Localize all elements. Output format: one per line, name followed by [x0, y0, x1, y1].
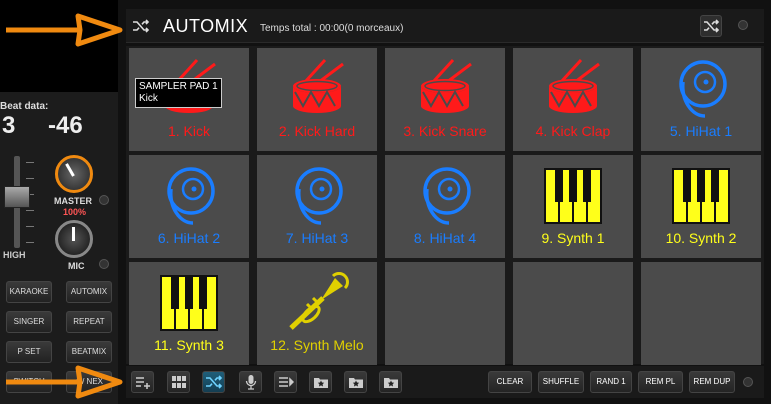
pset-button[interactable]: P SET — [6, 341, 52, 363]
grid-icon — [171, 376, 186, 388]
sampler-pad[interactable]: 10. Synth 2 — [641, 155, 761, 258]
tooltip-title: SAMPLER PAD 1 — [139, 81, 218, 92]
shuffle-icon — [704, 19, 720, 33]
shuffle-icon — [205, 375, 222, 389]
empty-pad[interactable] — [513, 262, 633, 365]
annotation-arrow-icon — [6, 13, 123, 47]
beat-data-label: Beat data: — [0, 101, 49, 112]
status-led — [743, 377, 753, 387]
pad-label: 6. HiHat 2 — [157, 230, 221, 246]
empty-pad[interactable] — [385, 262, 505, 365]
fader-tick — [26, 226, 34, 227]
playlist-icon — [278, 377, 294, 387]
grid-view-button[interactable] — [167, 371, 190, 393]
sampler-pad[interactable]: 11. Synth 3 — [129, 262, 249, 365]
automix-shuffle-button[interactable] — [202, 371, 225, 393]
drum-icon — [257, 56, 377, 122]
playlist-add-icon — [135, 377, 150, 389]
cymbal-icon — [257, 163, 377, 229]
sampler-pad[interactable]: 8. HiHat 4 — [385, 155, 505, 258]
shuffle-button[interactable] — [700, 15, 722, 37]
drum-icon — [513, 56, 633, 122]
pad-label: 10. Synth 2 — [665, 230, 737, 246]
favorite-folder-button-2[interactable] — [344, 371, 367, 393]
pad-label: 3. Kick Snare — [403, 123, 487, 139]
empty-pad[interactable] — [641, 262, 761, 365]
total-time-text: Temps total : 00:00(0 morceaux) — [260, 23, 404, 34]
pad-label: 8. HiHat 4 — [413, 230, 477, 246]
page-title: AUTOMIX — [163, 16, 249, 36]
knob-pointer — [72, 227, 75, 241]
pad-label: 11. Synth 3 — [154, 337, 224, 353]
master-led — [99, 195, 109, 205]
favorite-folder-button-1[interactable] — [309, 371, 332, 393]
cymbal-icon — [641, 56, 761, 122]
sampler-pad[interactable]: 12. Synth Melo — [257, 262, 377, 365]
status-led — [738, 20, 748, 30]
star-folder-icon — [383, 378, 398, 388]
keyboard-icon — [513, 163, 633, 229]
tooltip-text: Kick — [139, 93, 158, 104]
karaoke-button[interactable]: KARAOKE — [6, 281, 52, 303]
cymbal-icon — [129, 163, 249, 229]
pad-label: 2. Kick Hard — [278, 123, 356, 139]
rem-pl-button[interactable]: REM PL — [638, 371, 683, 393]
automix-button[interactable]: AUTOMIX — [66, 281, 112, 303]
repeat-button[interactable]: REPEAT — [66, 311, 112, 333]
fader-tick — [26, 210, 34, 211]
pad-label: 9. Synth 1 — [541, 230, 605, 246]
clear-button[interactable]: CLEAR — [488, 371, 532, 393]
sampler-pad[interactable]: 7. HiHat 3 — [257, 155, 377, 258]
left-panel: Beat data: 3 -46 HIGH MASTER 100% MIC KA… — [0, 0, 118, 404]
master-label: MASTER — [54, 196, 92, 206]
star-folder-icon — [313, 378, 328, 388]
high-fader-handle[interactable] — [4, 186, 30, 208]
pad-label: 7. HiHat 3 — [285, 230, 349, 246]
beat-value-2: -46 — [48, 112, 83, 139]
sampler-pad[interactable]: 9. Synth 1 — [513, 155, 633, 258]
mic-label: MIC — [68, 261, 85, 271]
annotation-arrow-icon — [6, 365, 123, 399]
shuffle-text-button[interactable]: SHUFFLE — [538, 371, 584, 393]
favorite-folder-button-3[interactable] — [379, 371, 402, 393]
mic-button[interactable] — [239, 371, 262, 393]
pad-label: 4. Kick Clap — [535, 123, 611, 139]
master-knob[interactable] — [55, 155, 93, 193]
pad-label: 5. HiHat 1 — [669, 123, 733, 139]
rand-1-button[interactable]: RAND 1 — [590, 371, 632, 393]
bottom-toolbar: CLEAR SHUFFLE RAND 1 REM PL REM DUP — [126, 366, 764, 398]
rem-dup-button[interactable]: REM DUP — [689, 371, 735, 393]
pad-label: 1. Kick — [167, 123, 210, 139]
cymbal-icon — [385, 163, 505, 229]
high-label: HIGH — [3, 250, 26, 260]
star-folder-icon — [348, 378, 363, 388]
sampler-pad[interactable]: 3. Kick Snare — [385, 48, 505, 151]
beatmix-button[interactable]: BEATMIX — [66, 341, 112, 363]
mic-led — [99, 259, 109, 269]
master-percent: 100% — [63, 207, 87, 217]
mic-knob[interactable] — [55, 220, 93, 258]
keyboard-icon — [641, 163, 761, 229]
trumpet-icon — [257, 270, 377, 336]
sampler-pad[interactable]: 2. Kick Hard — [257, 48, 377, 151]
keyboard-icon — [129, 270, 249, 336]
sampler-pad[interactable]: 6. HiHat 2 — [129, 155, 249, 258]
fader-tick — [26, 242, 34, 243]
mic-icon — [245, 375, 256, 390]
shuffle-icon[interactable] — [132, 19, 150, 38]
playlist-button[interactable] — [274, 371, 297, 393]
singer-button[interactable]: SINGER — [6, 311, 52, 333]
automix-header: AUTOMIX Temps total : 00:00(0 morceaux) — [126, 9, 764, 43]
fader-tick — [26, 178, 34, 179]
pad-label: 12. Synth Melo — [270, 337, 364, 353]
beat-value-1: 3 — [2, 112, 16, 139]
drum-icon — [385, 56, 505, 122]
knob-pointer — [65, 163, 75, 177]
sampler-pad[interactable]: 4. Kick Clap — [513, 48, 633, 151]
pad-tooltip: SAMPLER PAD 1 Kick — [135, 78, 222, 108]
fader-tick — [26, 162, 34, 163]
sampler-pad[interactable]: 5. HiHat 1 — [641, 48, 761, 151]
add-to-playlist-button[interactable] — [131, 371, 154, 393]
